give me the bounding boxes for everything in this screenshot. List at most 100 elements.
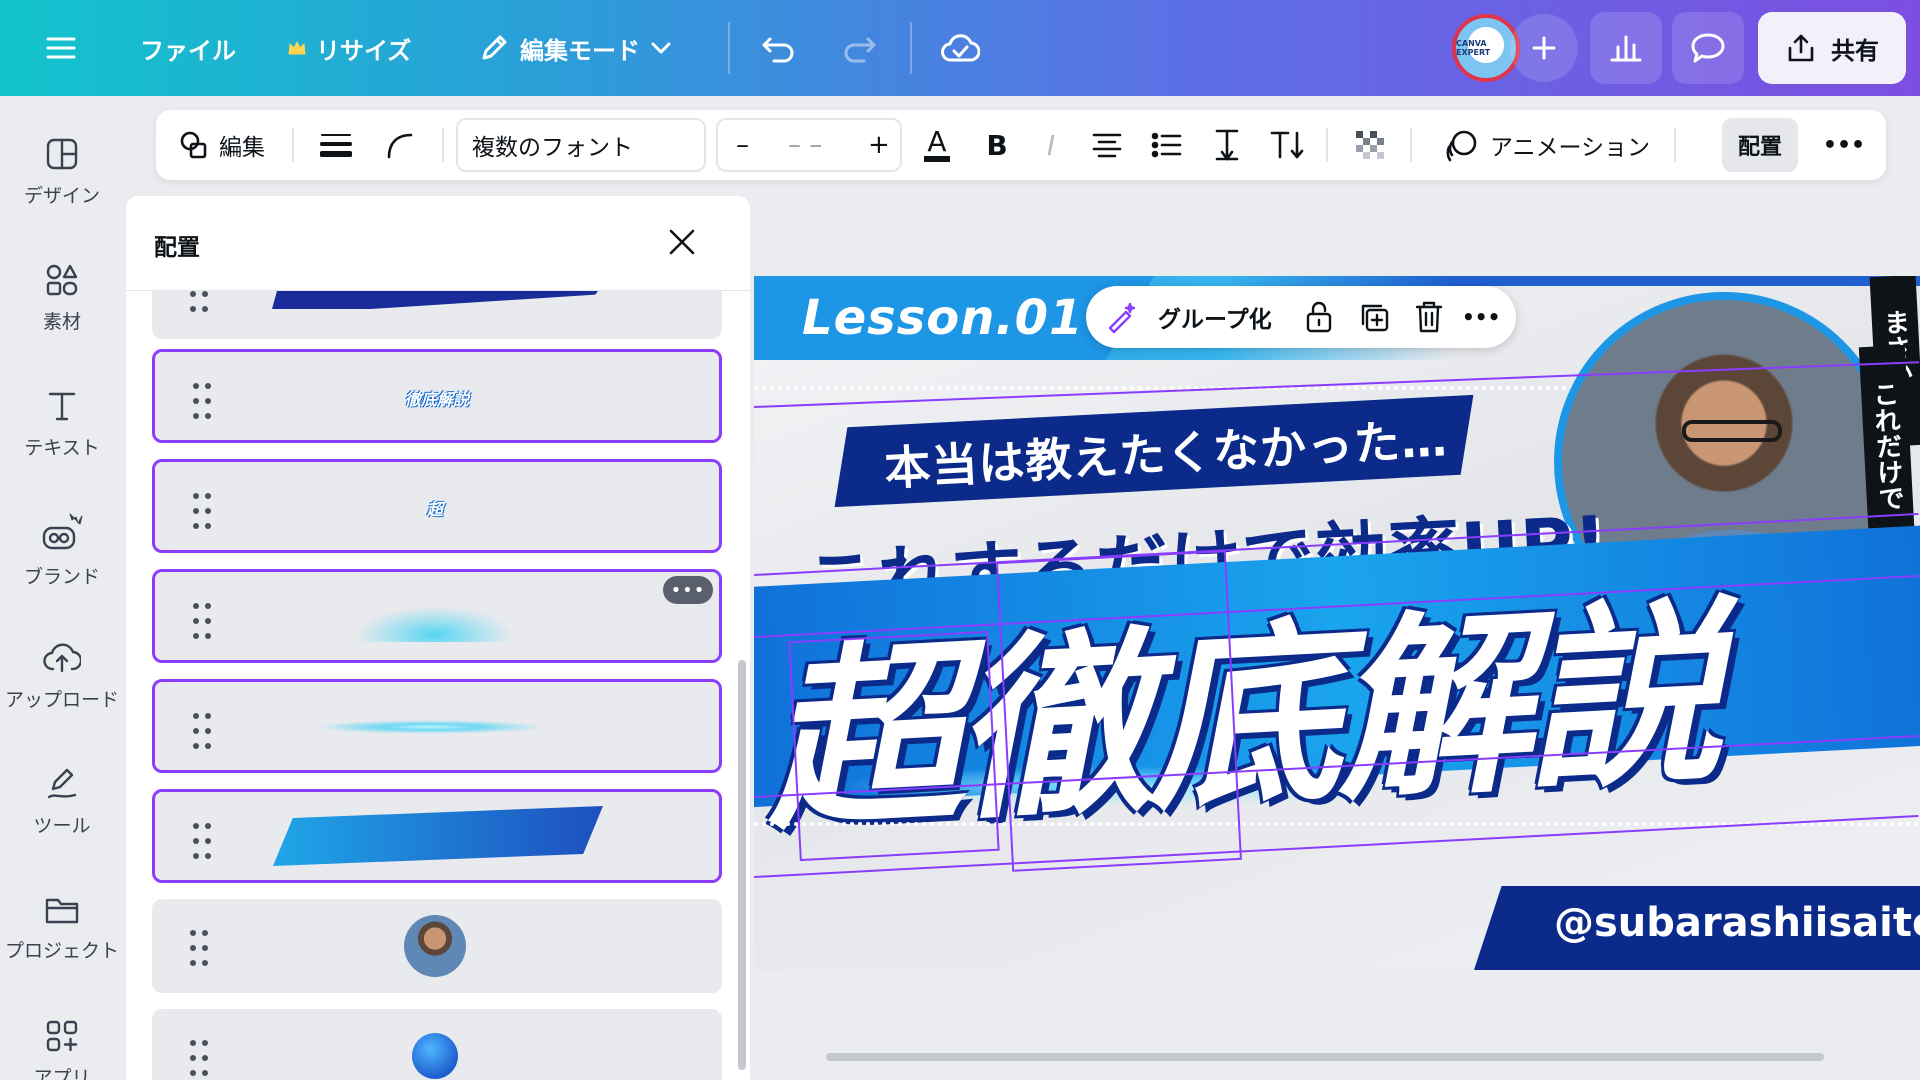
layer-item[interactable]: 超 — [152, 459, 722, 553]
text-icon — [48, 392, 76, 420]
resize-button[interactable]: リサイズ — [288, 0, 411, 96]
drag-handle-icon[interactable] — [190, 930, 214, 966]
duplicate-button[interactable] — [1358, 286, 1390, 348]
panel-scrollbar[interactable] — [738, 660, 746, 1070]
line-spacing-icon — [1215, 129, 1239, 161]
bold-button[interactable]: B — [972, 110, 1022, 180]
pencil-icon — [482, 35, 507, 60]
crown-icon — [288, 41, 306, 55]
position-button[interactable]: 配置 — [1722, 118, 1798, 172]
layer-thumb-gradient-shape — [273, 806, 603, 866]
font-size-decrease[interactable]: – — [736, 130, 749, 160]
plus-icon — [1532, 36, 1556, 60]
rail-item-projects[interactable]: プロジェクト — [0, 878, 124, 978]
edit-label: 編集 — [219, 135, 265, 161]
vertical-text-icon — [1270, 131, 1304, 159]
rail-item-apps[interactable]: アプリ — [0, 1004, 124, 1080]
comment-icon — [1691, 33, 1725, 63]
bullet-list-icon — [1151, 132, 1182, 158]
menu-button[interactable] — [46, 0, 76, 96]
layer-item[interactable] — [152, 1009, 722, 1080]
layer-thumb-photo — [404, 915, 466, 977]
element-context-menu: グループ化 ••• — [1086, 286, 1516, 348]
magic-wand-icon — [1108, 302, 1136, 334]
lesson-title[interactable]: Lesson.01 — [802, 290, 1083, 346]
font-size-increase[interactable]: + — [868, 130, 890, 160]
font-selector[interactable]: 複数のフォント — [456, 118, 706, 172]
elements-icon — [46, 264, 78, 295]
rail-label: デザイン — [23, 184, 100, 207]
animate-button[interactable]: アニメーション — [1422, 110, 1672, 180]
trash-icon — [1415, 301, 1443, 333]
edit-mode-label: 編集モード — [520, 36, 640, 65]
curve-icon — [387, 133, 413, 159]
brand-icon — [42, 513, 83, 549]
text-color-icon: A — [927, 125, 947, 158]
text-color-button[interactable]: A — [912, 110, 962, 180]
divider — [728, 22, 730, 74]
text-direction-button[interactable] — [1260, 110, 1314, 180]
font-size-value[interactable]: – – — [788, 130, 822, 160]
resize-label: リサイズ — [316, 36, 412, 65]
transparency-button[interactable] — [1340, 110, 1400, 180]
font-size-control: – – – + — [716, 118, 902, 172]
rail-item-upload[interactable]: アップロード — [0, 626, 124, 726]
edit-mode-dropdown[interactable]: 編集モード — [478, 0, 672, 96]
layer-item[interactable]: ••• — [152, 569, 722, 663]
rail-item-design[interactable]: デザイン — [0, 122, 124, 222]
edit-button[interactable]: 編集 — [172, 110, 272, 180]
spacing-button[interactable] — [1200, 110, 1254, 180]
layer-item[interactable] — [152, 789, 722, 883]
position-label: 配置 — [1737, 135, 1782, 160]
toolbar-more-button[interactable]: ••• — [1816, 110, 1872, 180]
layer-more-button[interactable]: ••• — [663, 576, 713, 604]
design-canvas[interactable]: Lesson.01 まさか… これだけで 本当は教えたくなかった… これするだけ… — [754, 276, 1920, 970]
invite-button[interactable] — [1510, 14, 1578, 82]
line-style-button[interactable] — [306, 110, 366, 180]
layer-item[interactable]: 徹底解説 — [152, 349, 722, 443]
magic-edit-button[interactable] — [1104, 286, 1138, 348]
bold-label: B — [986, 128, 1008, 162]
group-button[interactable]: グループ化 — [1158, 286, 1272, 348]
layer-item[interactable] — [152, 291, 722, 339]
drag-handle-icon[interactable] — [190, 1040, 214, 1076]
comments-button[interactable] — [1672, 12, 1744, 84]
drag-handle-icon[interactable] — [193, 603, 217, 639]
list-button[interactable] — [1140, 110, 1194, 180]
top-bar: ファイル リサイズ 編集モード CANVA EXPERT 共有 — [0, 0, 1920, 96]
lock-button[interactable] — [1304, 286, 1334, 348]
corner-style-button[interactable] — [370, 110, 430, 180]
italic-button[interactable]: I — [1026, 110, 1076, 180]
hamburger-icon — [46, 37, 76, 59]
undo-button[interactable] — [760, 0, 796, 96]
delete-button[interactable] — [1414, 286, 1444, 348]
layer-item[interactable] — [152, 899, 722, 993]
layer-item[interactable] — [152, 679, 722, 773]
rail-item-tools[interactable]: ツール — [0, 752, 124, 852]
rail-item-brand[interactable]: ブランド — [0, 500, 124, 600]
rail-label: ツール — [33, 814, 91, 837]
redo-button[interactable] — [842, 0, 878, 96]
cloud-save-button[interactable] — [940, 0, 980, 96]
horizontal-scrollbar[interactable] — [826, 1053, 1824, 1061]
rail-item-elements[interactable]: 素材 — [0, 248, 124, 348]
align-button[interactable] — [1080, 110, 1134, 180]
chevron-down-icon — [651, 42, 671, 54]
layer-thumb-glow-burst — [355, 606, 515, 642]
rail-item-text[interactable]: テキスト — [0, 374, 124, 474]
drag-handle-icon[interactable] — [190, 291, 214, 312]
drag-handle-icon[interactable] — [193, 383, 217, 419]
insights-button[interactable] — [1590, 12, 1662, 84]
handle-text[interactable]: @subarashiisaito — [1554, 900, 1920, 946]
more-options-button[interactable]: ••• — [1462, 286, 1500, 348]
close-panel-button[interactable] — [666, 226, 698, 258]
rail-label: テキスト — [24, 436, 100, 459]
drag-handle-icon[interactable] — [193, 823, 217, 859]
share-button[interactable]: 共有 — [1758, 12, 1906, 84]
selection-box — [788, 630, 1000, 862]
more-label: ••• — [1822, 132, 1866, 158]
drag-handle-icon[interactable] — [193, 493, 217, 529]
file-menu[interactable]: ファイル — [140, 0, 236, 96]
drag-handle-icon[interactable] — [193, 713, 217, 749]
divider — [1674, 128, 1676, 162]
